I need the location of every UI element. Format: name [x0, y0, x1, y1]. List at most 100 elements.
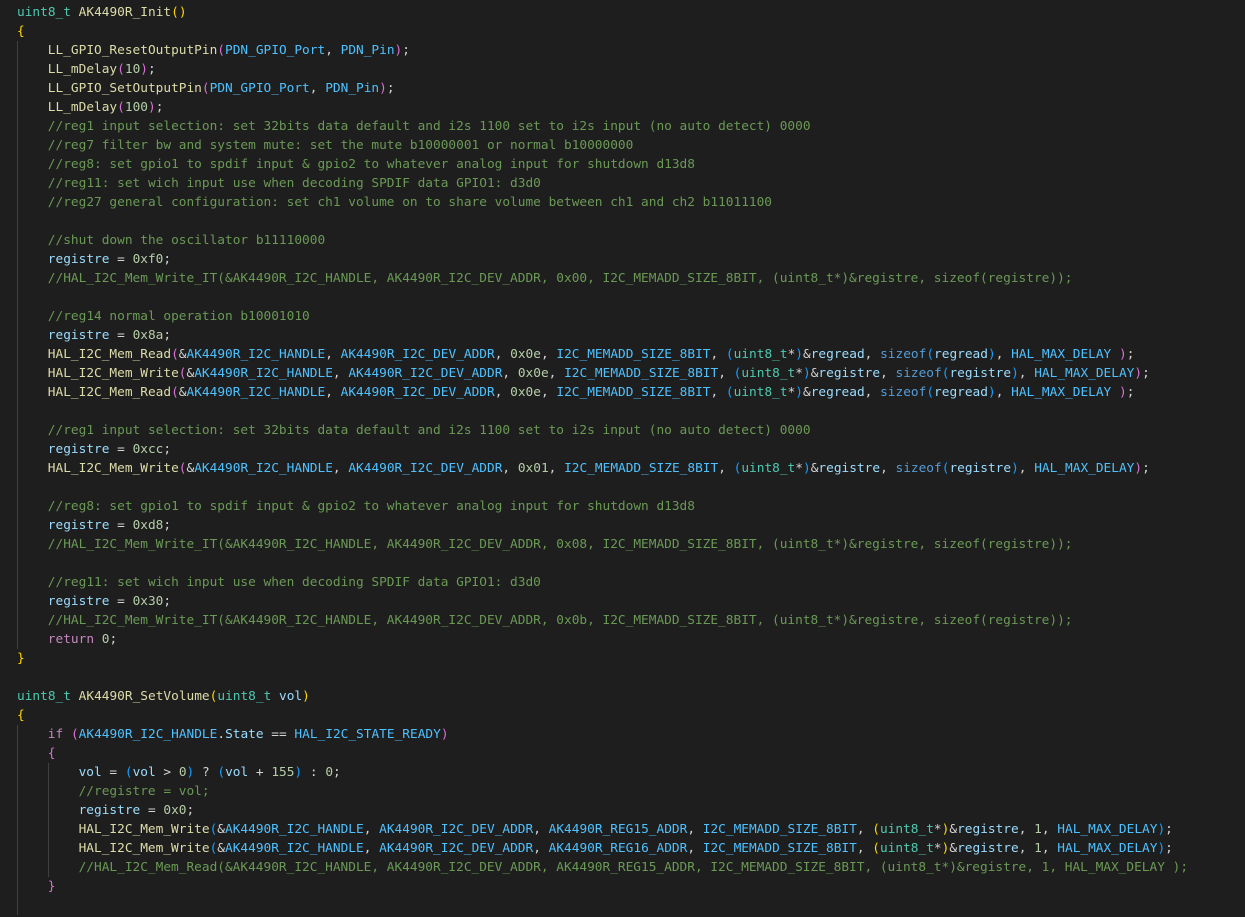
code-token: PDN_Pin: [325, 81, 380, 96]
code-line[interactable]: [0, 668, 1245, 687]
code-line[interactable]: [0, 402, 1245, 421]
code-token: ?: [194, 765, 218, 780]
indent-guide: [17, 820, 18, 839]
code-line[interactable]: //shut down the oscillator b11110000: [0, 231, 1245, 250]
code-line[interactable]: HAL_I2C_Mem_Read(&AK4490R_I2C_HANDLE, AK…: [0, 345, 1245, 364]
code-line[interactable]: registre = 0x30;: [0, 592, 1245, 611]
code-token: ,: [1018, 841, 1035, 856]
code-line[interactable]: //HAL_I2C_Mem_Write_IT(&AK4490R_I2C_HAND…: [0, 269, 1245, 288]
code-line[interactable]: //reg8: set gpio1 to spdif input & gpio2…: [0, 497, 1245, 516]
code-line[interactable]: return 0;: [0, 630, 1245, 649]
code-line[interactable]: uint8_t AK4490R_Init(): [0, 3, 1245, 22]
code-token: HAL_MAX_DELAY: [1057, 841, 1158, 856]
code-token: PDN_GPIO_Port: [209, 81, 310, 96]
code-line[interactable]: uint8_t AK4490R_SetVolume(uint8_t vol): [0, 687, 1245, 706]
code-line[interactable]: LL_mDelay(100);: [0, 98, 1245, 117]
code-token: ,: [494, 385, 511, 400]
code-line[interactable]: {: [0, 744, 1245, 763]
code-token: =: [109, 328, 133, 343]
code-token: HAL_MAX_DELAY: [1034, 366, 1135, 381]
code-token: AK4490R_I2C_HANDLE: [186, 347, 326, 362]
code-line[interactable]: //reg7 filter bw and system mute: set th…: [0, 136, 1245, 155]
code-line[interactable]: {: [0, 706, 1245, 725]
code-line[interactable]: //reg1 input selection: set 32bits data …: [0, 117, 1245, 136]
code-line[interactable]: //reg1 input selection: set 32bits data …: [0, 421, 1245, 440]
code-line[interactable]: //reg11: set wich input use when decodin…: [0, 573, 1245, 592]
code-line[interactable]: [0, 554, 1245, 573]
indent-guide: [17, 60, 18, 79]
code-token: ;: [402, 43, 410, 58]
code-token: I2C_MEMADD_SIZE_8BIT: [702, 822, 857, 837]
code-line[interactable]: {: [0, 22, 1245, 41]
code-editor[interactable]: uint8_t AK4490R_Init(){LL_GPIO_ResetOutp…: [0, 0, 1245, 915]
indent-guide: [17, 421, 18, 440]
code-token: vol: [225, 765, 249, 780]
code-line[interactable]: }: [0, 649, 1245, 668]
code-line[interactable]: HAL_I2C_Mem_Write(&AK4490R_I2C_HANDLE, A…: [0, 839, 1245, 858]
code-token: ,: [864, 347, 881, 362]
code-token: HAL_MAX_DELAY: [1057, 822, 1158, 837]
indent-guide: [47, 782, 49, 801]
code-line[interactable]: //reg8: set gpio1 to spdif input & gpio2…: [0, 155, 1245, 174]
indent-guide: [17, 896, 18, 915]
code-line[interactable]: [0, 896, 1245, 915]
code-token: ,: [533, 841, 549, 856]
code-token: LL_GPIO_ResetOutputPin: [47, 43, 218, 58]
code-token: (: [217, 765, 226, 780]
code-line[interactable]: [0, 478, 1245, 497]
code-line[interactable]: vol = (vol > 0) ? (vol + 155) : 0;: [0, 763, 1245, 782]
code-line[interactable]: //HAL_I2C_Mem_Write_IT(&AK4490R_I2C_HAND…: [0, 611, 1245, 630]
code-token: (: [178, 366, 187, 381]
code-token: (: [70, 727, 79, 742]
code-line[interactable]: //reg11: set wich input use when decodin…: [0, 174, 1245, 193]
code-token: ): [1119, 347, 1127, 362]
code-line[interactable]: registre = 0x0;: [0, 801, 1245, 820]
code-token: uint8_t: [741, 366, 796, 381]
code-token: sizeof: [880, 385, 927, 400]
code-token: HAL_MAX_DELAY: [1011, 347, 1112, 362]
code-line[interactable]: //reg27 general configuration: set ch1 v…: [0, 193, 1245, 212]
code-token: (: [201, 81, 210, 96]
code-token: ): [1157, 822, 1166, 837]
code-line[interactable]: [0, 212, 1245, 231]
code-token: AK4490R_REG16_ADDR: [548, 841, 688, 856]
code-line[interactable]: [0, 288, 1245, 307]
code-token: 0x8a: [132, 328, 164, 343]
code-line[interactable]: LL_GPIO_SetOutputPin(PDN_GPIO_Port, PDN_…: [0, 79, 1245, 98]
code-line[interactable]: HAL_I2C_Mem_Write(&AK4490R_I2C_HANDLE, A…: [0, 459, 1245, 478]
code-token: 0xcc: [132, 442, 164, 457]
code-line[interactable]: registre = 0x8a;: [0, 326, 1245, 345]
code-token: registre: [818, 366, 881, 381]
code-line[interactable]: //reg14 normal operation b10001010: [0, 307, 1245, 326]
code-token: ,: [1018, 366, 1035, 381]
code-token: return: [47, 632, 95, 647]
indent-guide: [17, 744, 18, 763]
code-line[interactable]: //registre = vol;: [0, 782, 1245, 801]
code-token: ;: [1126, 347, 1135, 362]
code-line[interactable]: //HAL_I2C_Mem_Write_IT(&AK4490R_I2C_HAND…: [0, 535, 1245, 554]
code-line[interactable]: registre = 0xf0;: [0, 250, 1245, 269]
code-line[interactable]: if (AK4490R_I2C_HANDLE.State == HAL_I2C_…: [0, 725, 1245, 744]
code-token: registre: [949, 461, 1012, 476]
code-line[interactable]: HAL_I2C_Mem_Write(&AK4490R_I2C_HANDLE, A…: [0, 820, 1245, 839]
code-token: //HAL_I2C_Mem_Read(&AK4490R_I2C_HANDLE, …: [78, 860, 1189, 875]
code-line[interactable]: registre = 0xd8;: [0, 516, 1245, 535]
code-line[interactable]: }: [0, 877, 1245, 896]
code-token: ,: [540, 347, 557, 362]
code-token: ,: [995, 385, 1012, 400]
code-line[interactable]: HAL_I2C_Mem_Read(&AK4490R_I2C_HANDLE, AK…: [0, 383, 1245, 402]
code-line[interactable]: LL_mDelay(10);: [0, 60, 1245, 79]
code-line[interactable]: registre = 0xcc;: [0, 440, 1245, 459]
indent-guide: [47, 763, 49, 782]
code-token: ): [302, 689, 310, 704]
code-token: uint8_t: [733, 347, 788, 362]
code-token: ,: [494, 347, 511, 362]
indent-guide: [17, 98, 18, 117]
code-line[interactable]: //HAL_I2C_Mem_Read(&AK4490R_I2C_HANDLE, …: [0, 858, 1245, 877]
code-line[interactable]: HAL_I2C_Mem_Write(&AK4490R_I2C_HANDLE, A…: [0, 364, 1245, 383]
code-token: 1: [1034, 841, 1042, 856]
code-token: AK4490R_SetVolume: [78, 689, 210, 704]
code-token: sizeof: [895, 366, 942, 381]
code-line[interactable]: LL_GPIO_ResetOutputPin(PDN_GPIO_Port, PD…: [0, 41, 1245, 60]
